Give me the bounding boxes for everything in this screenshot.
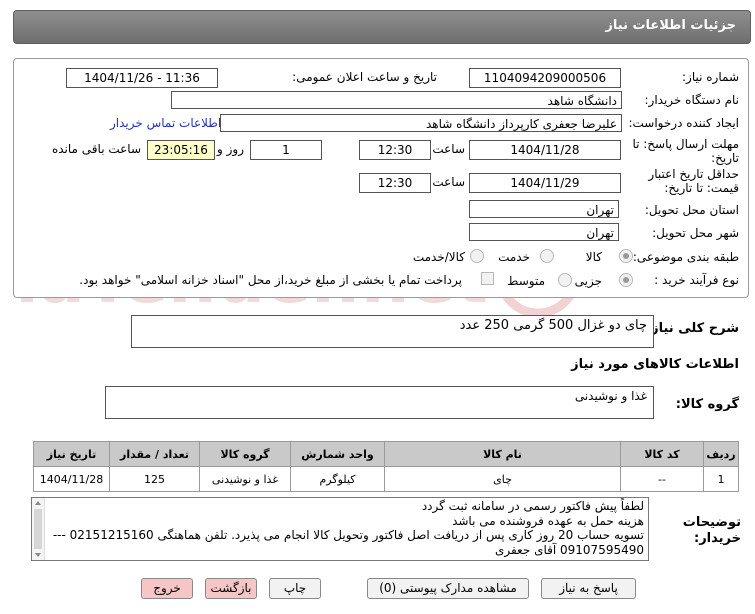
deadline-label-1: مهلت ارسال پاسخ: تا xyxy=(632,137,739,151)
province-field: تهران xyxy=(469,200,619,218)
deadline-time-field: 12:30 xyxy=(359,140,431,160)
buyer-notes-line: تسویه حساب 20 روز کاری پس از دریافت اصل … xyxy=(52,528,644,542)
buyer-contact-link[interactable]: اطلاعات تماس خریدار xyxy=(110,116,221,130)
deadline-label-2: تاریخ: xyxy=(711,151,739,165)
cell-quantity: 125 xyxy=(109,466,200,492)
buyer-org-label: نام دستگاه خریدار: xyxy=(644,93,740,107)
province-label: استان محل تحویل: xyxy=(644,203,739,217)
category-radio-service[interactable] xyxy=(540,249,554,263)
cell-name: چای xyxy=(384,466,621,492)
validity-time-field: 12:30 xyxy=(359,173,431,193)
buyer-notes-line: 09107595490 آقای جعفری xyxy=(494,542,644,557)
cell-unit: کیلوگرم xyxy=(290,466,385,492)
city-label: شهر محل تحویل: xyxy=(652,226,739,240)
category-radio-goods[interactable] xyxy=(619,249,633,263)
buyer-notes-label-1: توضیحات xyxy=(682,515,741,530)
col-group: گروه کالا xyxy=(199,441,291,467)
deadline-hour-label: ساعت xyxy=(432,142,465,156)
summary-label: شرح کلی نیاز: xyxy=(645,321,739,336)
cell-group: غذا و نوشیدنی xyxy=(199,466,291,492)
col-date: تاریخ نیاز xyxy=(33,441,110,467)
validity-label-1: حداقل تاریخ اعتبار xyxy=(648,167,739,181)
cell-row: 1 xyxy=(703,466,739,492)
purchase-radio-medium[interactable] xyxy=(558,273,572,287)
need-number-field: 1104094209000506 xyxy=(469,68,621,88)
col-code: کد کالا xyxy=(620,441,704,467)
remaining-time-field: 23:05:16 xyxy=(147,140,215,160)
treasury-note: پرداخت تمام یا بخشی از مبلغ خرید،از محل … xyxy=(79,273,462,287)
purchase-option-minor: جزیی xyxy=(574,274,602,288)
remaining-label: ساعت باقی مانده xyxy=(51,142,141,156)
category-option-goods-service: کالا/خدمت xyxy=(412,250,465,264)
col-row: ردیف xyxy=(703,441,739,467)
validity-hour-label: ساعت xyxy=(432,175,465,189)
buyer-org-field: دانشگاه شاهد xyxy=(171,91,622,109)
print-button[interactable]: چاپ xyxy=(269,578,321,599)
items-table-header: ردیف کد کالا نام کالا واحد شمارش گروه کا… xyxy=(33,441,739,467)
buyer-notes-field[interactable]: لطفاً پیش فاکتور رسمی در سامانه ثبت گردد… xyxy=(31,497,649,561)
purchase-option-medium: متوسط xyxy=(507,274,545,288)
goods-group-label: گروه کالا: xyxy=(675,397,739,412)
deadline-date-field: 1404/11/28 xyxy=(469,140,621,160)
page-title: جزئیات اطلاعات نیاز xyxy=(605,18,736,33)
page-title-bar: جزئیات اطلاعات نیاز xyxy=(13,10,751,44)
notes-scrollbar[interactable] xyxy=(32,498,45,560)
reply-button[interactable]: پاسخ به نیاز xyxy=(541,578,636,599)
city-field: تهران xyxy=(469,223,619,241)
buyer-notes-line: هزینه حمل به عهده فروشنده می باشد xyxy=(452,513,644,528)
summary-field: چای دو غزال 500 گرمی 250 عدد xyxy=(131,315,654,348)
category-radio-goods-service[interactable] xyxy=(470,249,484,263)
cell-date: 1404/11/28 xyxy=(33,466,110,492)
exit-button[interactable]: خروج xyxy=(141,578,193,599)
requester-field: علیرضا جعفری کارپرداز دانشگاه شاهد xyxy=(220,114,622,132)
purchase-type-label: نوع فرآیند خرید : xyxy=(654,273,739,287)
days-field: 1 xyxy=(250,140,322,160)
attachments-button[interactable]: مشاهده مدارک پیوستی (0) xyxy=(367,578,529,599)
announce-label: تاریخ و ساعت اعلان عمومی: xyxy=(292,70,437,84)
back-button[interactable]: بازگشت xyxy=(205,578,257,599)
buyer-notes-line: لطفاً پیش فاکتور رسمی در سامانه ثبت گردد xyxy=(421,499,644,513)
goods-info-title: اطلاعات کالاهای مورد نیاز xyxy=(571,357,739,372)
purchase-radio-minor[interactable] xyxy=(619,273,633,287)
col-quantity: تعداد / مقدار xyxy=(109,441,200,467)
announce-field: 1404/11/26 - 11:36 xyxy=(66,68,218,88)
items-table: ردیف کد کالا نام کالا واحد شمارش گروه کا… xyxy=(33,441,739,492)
buyer-notes-label-2: خریدار: xyxy=(694,531,741,546)
cell-code: -- xyxy=(620,466,704,492)
category-option-goods: کالا xyxy=(585,250,602,264)
table-row: 1 -- چای کیلوگرم غذا و نوشیدنی 125 1404/… xyxy=(33,466,739,492)
requester-label: ایجاد کننده درخواست: xyxy=(628,116,739,130)
validity-date-field: 1404/11/29 xyxy=(469,173,621,193)
col-unit: واحد شمارش xyxy=(290,441,385,467)
goods-group-field: غذا و نوشیدنی xyxy=(105,386,654,419)
category-label: طبقه بندی موضوعی: xyxy=(632,250,739,264)
col-name: نام کالا xyxy=(384,441,621,467)
validity-label-2: قیمت: تا تاریخ: xyxy=(664,181,739,195)
goods-group-text: غذا و نوشیدنی xyxy=(574,389,647,403)
need-number-label: شماره نیاز: xyxy=(682,70,739,84)
treasury-checkbox[interactable] xyxy=(481,272,494,285)
scroll-arrows-icon xyxy=(34,501,42,557)
category-option-service: خدمت xyxy=(498,250,530,264)
days-label: روز و xyxy=(217,142,244,156)
summary-text: چای دو غزال 500 گرمی 250 عدد xyxy=(459,318,647,333)
